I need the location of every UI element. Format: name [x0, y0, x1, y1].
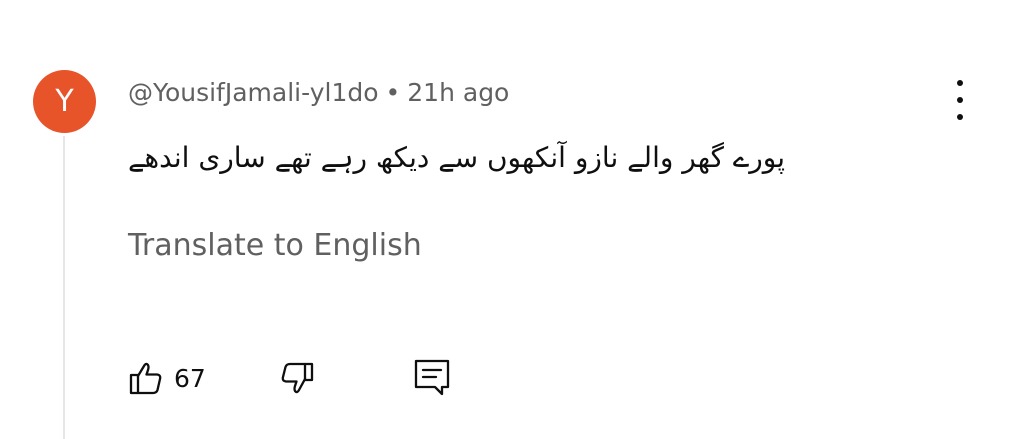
comment-card: Y @YousifJamali-yl1do • 21h ago پورے گھر… — [0, 0, 1024, 439]
thumbs-down-icon — [276, 359, 316, 397]
comment-header: @YousifJamali-yl1do • 21h ago — [128, 74, 509, 110]
translate-link[interactable]: Translate to English — [128, 228, 422, 263]
more-vertical-icon — [957, 80, 963, 86]
comment-text: پورے گھر والے نازو آنکھوں سے دیکھ رہے تھ… — [128, 141, 786, 174]
reply-button[interactable] — [412, 356, 452, 400]
thread-line — [63, 136, 65, 439]
author-handle[interactable]: @YousifJamali-yl1do — [128, 78, 379, 107]
header-separator: • — [385, 77, 401, 107]
avatar[interactable]: Y — [33, 70, 96, 133]
like-button[interactable]: 67 — [128, 356, 206, 400]
comment-timestamp[interactable]: 21h ago — [407, 78, 509, 107]
more-vertical-icon-dot — [957, 97, 963, 103]
like-count: 67 — [174, 363, 206, 393]
more-options-button[interactable] — [945, 80, 975, 120]
thumbs-up-icon — [128, 360, 164, 396]
comment-reply-icon — [412, 357, 452, 399]
more-vertical-icon-dot — [957, 114, 963, 120]
avatar-initial: Y — [55, 83, 74, 119]
dislike-button[interactable] — [276, 356, 316, 400]
